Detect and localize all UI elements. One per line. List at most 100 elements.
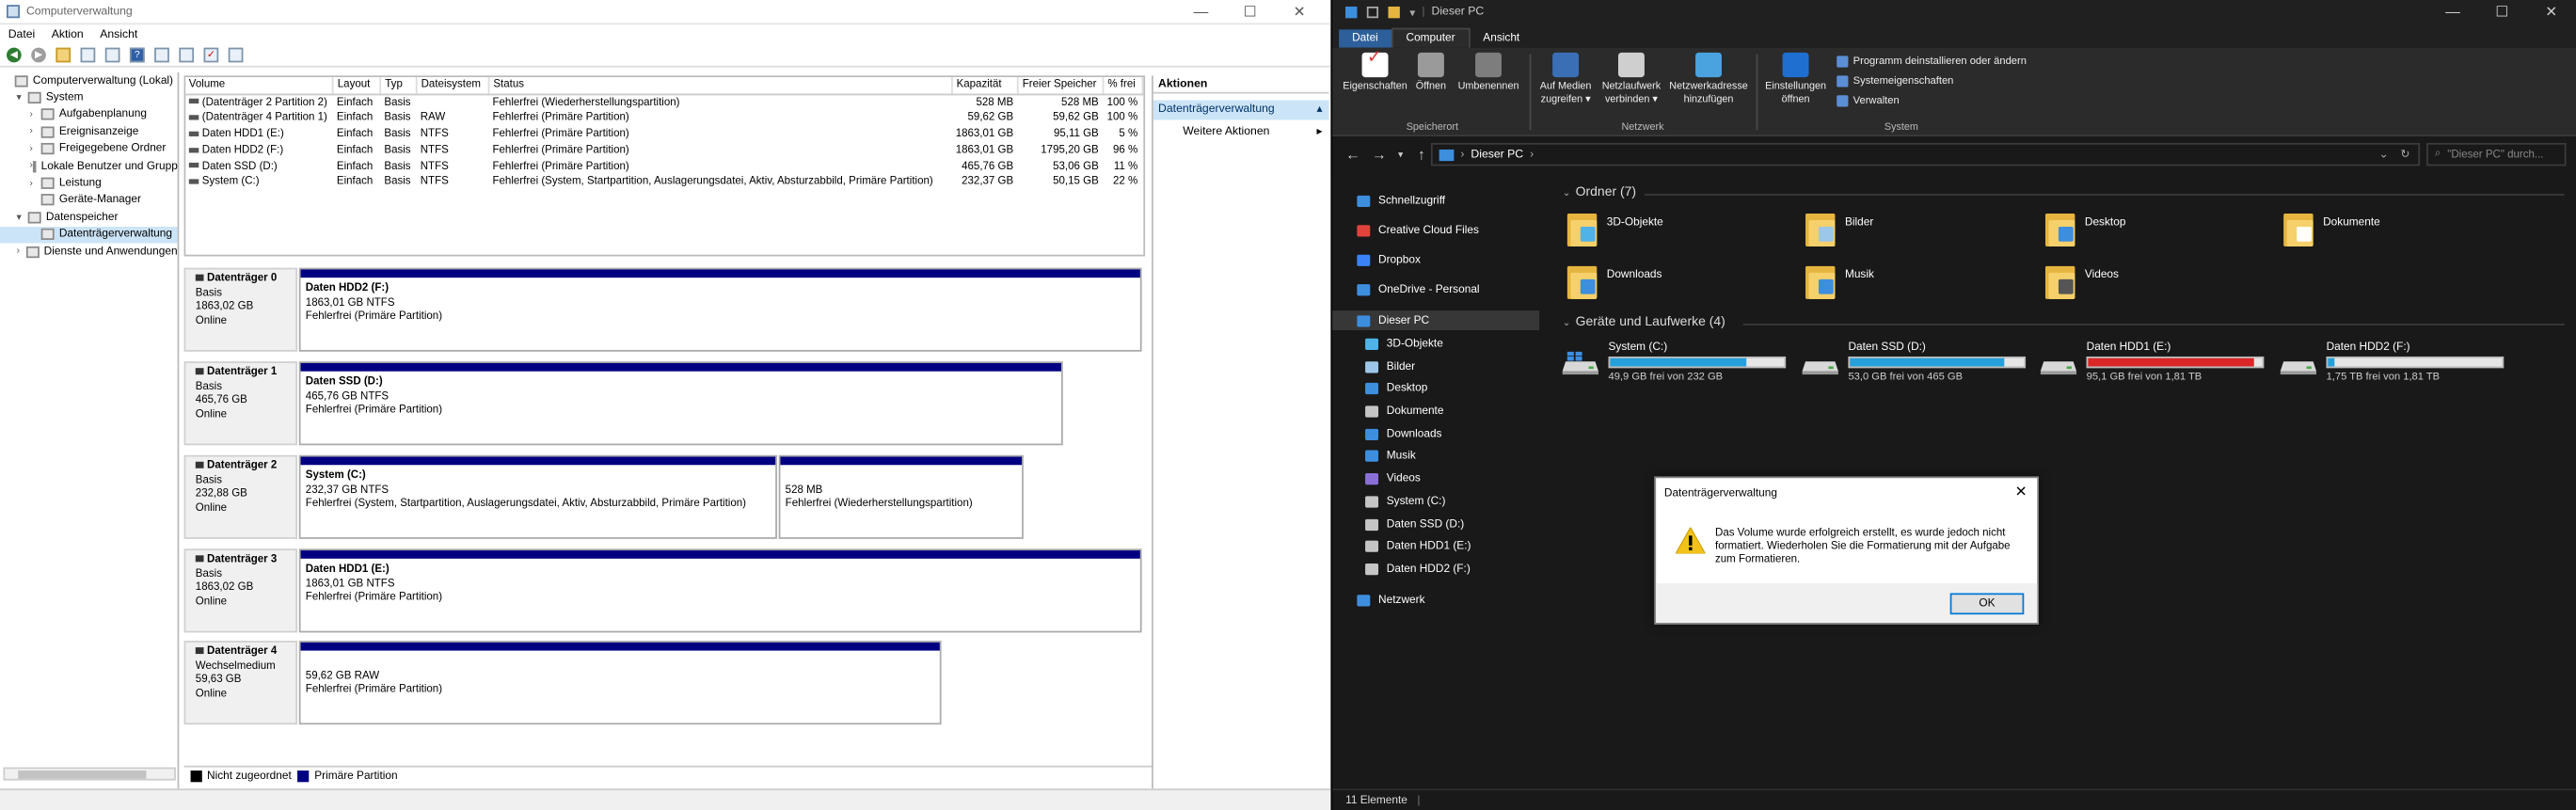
explorer-close-button[interactable]: ✕ bbox=[2527, 0, 2576, 23]
expand-icon[interactable]: › bbox=[29, 179, 40, 188]
up-folder-icon[interactable] bbox=[56, 47, 72, 63]
back-icon[interactable]: ◀ bbox=[6, 47, 22, 63]
drive-item[interactable]: Daten HDD2 (F:) 1,75 TB frei von 1,81 TB bbox=[2280, 341, 2510, 384]
menu-datei[interactable]: Datei bbox=[8, 29, 36, 40]
nav-item[interactable]: Netzwerk bbox=[1332, 590, 1539, 610]
properties-view-icon[interactable] bbox=[154, 47, 169, 63]
folders-section-header[interactable]: ⌄ Ordner (7) bbox=[1563, 184, 1636, 199]
partition[interactable]: 528 MB Fehlerfrei (Wiederherstellungspart… bbox=[778, 454, 1024, 539]
properties-button[interactable]: ✓ Eigenschaften bbox=[1343, 49, 1408, 93]
tree-item[interactable]: › Lokale Benutzer und Gruppen bbox=[0, 158, 178, 175]
partition[interactable]: System (C:) 232,37 GB NTFS Fehlerfrei (Sys… bbox=[298, 454, 777, 539]
nav-item[interactable]: Dokumente bbox=[1332, 401, 1539, 421]
nav-item[interactable]: OneDrive - Personal bbox=[1332, 279, 1539, 299]
maximize-button[interactable]: ☐ bbox=[1226, 0, 1275, 23]
tree-item[interactable]: ▾ System bbox=[0, 89, 178, 106]
column-header[interactable]: Volume bbox=[185, 77, 335, 95]
nav-item[interactable]: Musik bbox=[1332, 445, 1539, 465]
column-header[interactable]: Status bbox=[489, 77, 954, 95]
folder-item[interactable]: Bilder bbox=[1805, 211, 1873, 253]
refresh-icon[interactable]: ↻ bbox=[2400, 148, 2409, 161]
close-button[interactable]: ✕ bbox=[1275, 0, 1324, 23]
nav-item[interactable]: System (C:) bbox=[1332, 491, 1539, 511]
menu-ansicht[interactable]: Ansicht bbox=[100, 29, 137, 40]
volume-row[interactable]: Daten HDD1 (E:) Einfach Basis NTFS Fehlerfre… bbox=[185, 126, 1142, 142]
properties-icon[interactable] bbox=[228, 47, 244, 63]
add-network-location-button[interactable]: Netzwerkadresse hinzufügen bbox=[1664, 52, 1753, 105]
map-network-drive-button[interactable]: Netzlaufwerk verbinden ▾ bbox=[1598, 52, 1664, 105]
disk-info[interactable]: Datenträger 1 Basis 465,76 GB Online bbox=[183, 361, 298, 446]
collapse-icon[interactable]: ▴ bbox=[1317, 101, 1323, 120]
drives-section-header[interactable]: ⌄ Geräte und Laufwerke (4) bbox=[1563, 314, 1725, 329]
column-header[interactable]: Kapazität bbox=[952, 77, 1020, 95]
tree-item[interactable]: Datenträgerverwaltung bbox=[0, 226, 178, 244]
disk-info[interactable]: Datenträger 2 Basis 232,88 GB Online bbox=[183, 454, 298, 539]
column-header[interactable]: Dateisystem bbox=[417, 77, 490, 95]
nav-item[interactable]: Dropbox bbox=[1332, 249, 1539, 269]
volume-row[interactable]: System (C:) Einfach Basis NTFS Fehlerfrei (S… bbox=[185, 174, 1142, 190]
nav-item[interactable]: Daten HDD1 (E:) bbox=[1332, 535, 1539, 555]
tab-ansicht[interactable]: Ansicht bbox=[1470, 29, 1533, 47]
tree-horizontal-scrollbar[interactable] bbox=[3, 767, 176, 781]
help-icon[interactable]: ? bbox=[129, 47, 145, 63]
open-settings-button[interactable]: Einstellungen öffnen bbox=[1759, 52, 1832, 105]
volume-row[interactable]: (Datenträger 2 Partition 2) Einfach Basis F… bbox=[185, 94, 1142, 110]
tab-computer[interactable]: Computer bbox=[1391, 27, 1471, 48]
nav-item[interactable]: Schnellzugriff bbox=[1332, 191, 1539, 211]
dialog-close-button[interactable]: ✕ bbox=[2015, 483, 2027, 500]
scrollbar-thumb[interactable] bbox=[18, 770, 147, 779]
quick-access-dropdown-icon[interactable]: ▾ bbox=[1409, 6, 1415, 19]
recent-dropdown-icon[interactable]: ▾ bbox=[1398, 149, 1418, 160]
disk-info[interactable]: Datenträger 3 Basis 1863,02 GB Online bbox=[183, 548, 298, 633]
nav-item[interactable]: Videos bbox=[1332, 469, 1539, 488]
nav-item[interactable]: Desktop bbox=[1332, 378, 1539, 398]
system-properties-button[interactable]: Systemeigenschaften bbox=[1837, 75, 1953, 87]
connect-icon[interactable] bbox=[179, 47, 195, 63]
check-icon[interactable]: ✓ bbox=[203, 47, 219, 63]
column-header[interactable]: Typ bbox=[380, 77, 419, 95]
folder-item[interactable]: Dokumente bbox=[2283, 211, 2380, 253]
open-button[interactable]: Öffnen bbox=[1411, 52, 1451, 93]
address-bar[interactable]: › Dieser PC › ⌄ ↻ bbox=[1430, 142, 2421, 167]
volume-row[interactable]: Daten HDD2 (F:) Einfach Basis NTFS Fehlerfre… bbox=[185, 142, 1142, 158]
search-box[interactable]: ⌕ "Dieser PC" durch... bbox=[2426, 142, 2567, 167]
folder-item[interactable]: 3D-Objekte bbox=[1566, 211, 1663, 253]
column-header[interactable]: % frei bbox=[1103, 77, 1144, 95]
tree-item[interactable]: › Ereignisanzeige bbox=[0, 123, 178, 140]
disk-info[interactable]: Datenträger 0 Basis 1863,02 GB Online bbox=[183, 267, 298, 352]
tree-item[interactable]: › Dienste und Anwendungen bbox=[0, 243, 178, 260]
forward-arrow-icon[interactable]: → bbox=[1372, 146, 1391, 162]
tree-item[interactable]: › Freigegebene Ordner bbox=[0, 140, 178, 157]
explorer-minimize-button[interactable]: — bbox=[2428, 0, 2477, 23]
tree-item[interactable]: Computerverwaltung (Lokal) bbox=[0, 72, 178, 89]
volume-row[interactable]: (Datenträger 4 Partition 1) Einfach Basis R… bbox=[185, 110, 1142, 126]
nav-item[interactable]: 3D-Objekte bbox=[1332, 334, 1539, 354]
drive-item[interactable]: Daten SSD (D:) 53,0 GB frei von 465 GB bbox=[1802, 341, 2032, 384]
drive-item[interactable]: Daten HDD1 (E:) 95,1 GB frei von 1,81 TB bbox=[2040, 341, 2270, 384]
properties-quick-icon[interactable] bbox=[1366, 6, 1379, 19]
expand-icon[interactable]: › bbox=[29, 144, 40, 153]
column-header[interactable]: Layout bbox=[333, 77, 382, 95]
more-actions-item[interactable]: Weitere Aktionen ▸ bbox=[1153, 123, 1329, 143]
ok-button[interactable]: OK bbox=[1949, 593, 2025, 615]
expand-icon[interactable]: ▾ bbox=[16, 92, 27, 103]
nav-item[interactable]: Downloads bbox=[1332, 424, 1539, 444]
menu-aktion[interactable]: Aktion bbox=[52, 29, 84, 40]
minimize-button[interactable]: — bbox=[1176, 0, 1225, 23]
media-access-button[interactable]: Auf Medien zugreifen ▾ bbox=[1533, 52, 1598, 105]
tree-item[interactable]: Geräte-Manager bbox=[0, 192, 178, 209]
tree-item[interactable]: › Aufgabenplanung bbox=[0, 106, 178, 123]
partition[interactable]: Daten HDD1 (E:) 1863,01 GB NTFS Fehlerfrei… bbox=[298, 548, 1142, 633]
folder-item[interactable]: Desktop bbox=[2044, 211, 2125, 253]
partition[interactable]: Daten HDD2 (F:) 1863,01 GB NTFS Fehlerfrei… bbox=[298, 267, 1142, 352]
nav-item[interactable]: Daten SSD (D:) bbox=[1332, 515, 1539, 534]
nav-item[interactable]: Bilder bbox=[1332, 357, 1539, 376]
disk-info[interactable]: Datenträger 4 Wechselmedium 59,63 GB Online bbox=[183, 641, 298, 725]
address-dropdown-icon[interactable]: ⌄ bbox=[2379, 148, 2389, 161]
show-hide-tree-icon[interactable] bbox=[80, 47, 96, 63]
folder-item[interactable]: Videos bbox=[2044, 262, 2119, 305]
rename-button[interactable]: Umbenennen bbox=[1454, 52, 1522, 93]
expand-icon[interactable]: ▾ bbox=[16, 212, 27, 223]
volume-row[interactable]: Daten SSD (D:) Einfach Basis NTFS Fehlerfrei… bbox=[185, 158, 1142, 174]
expand-icon[interactable]: › bbox=[16, 246, 26, 256]
